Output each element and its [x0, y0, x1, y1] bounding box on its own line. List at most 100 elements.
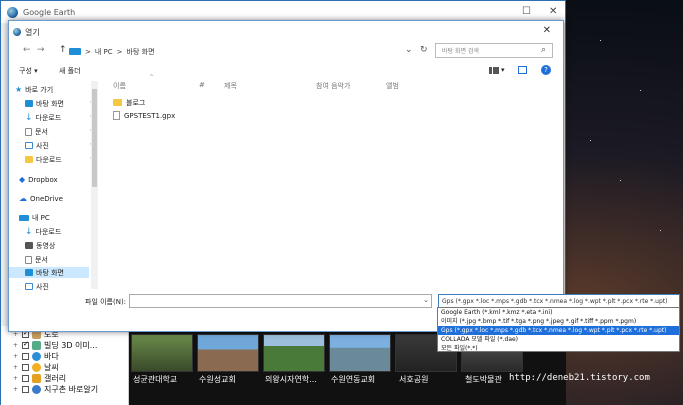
layer-label: 지구촌 바로알기	[44, 385, 99, 394]
sidebar-item-onedrive[interactable]: ☁ OneDrive	[9, 193, 99, 204]
sidebar-label: Dropbox	[28, 175, 58, 184]
list-item[interactable]: GPSTEST1.gpx	[113, 110, 175, 121]
photo-label: 철도박물관	[465, 375, 502, 384]
column-header-contributors[interactable]: 참여 음악가	[316, 81, 350, 91]
sidebar-item-pictures[interactable]: 사진 ✎	[9, 140, 99, 151]
sidebar-label: 문서	[35, 255, 48, 264]
layer-label: 빌딩 3D 이미...	[44, 341, 98, 350]
layer-item[interactable]: + 바다	[13, 351, 59, 362]
expand-icon[interactable]: +	[13, 364, 19, 371]
layer-checkbox[interactable]	[22, 329, 29, 338]
layer-checkbox[interactable]	[22, 353, 29, 360]
preview-pane-icon[interactable]	[518, 66, 527, 74]
organize-button[interactable]: 구성 ▾	[19, 66, 38, 76]
breadcrumb-separator: >	[85, 47, 91, 56]
breadcrumb-pc[interactable]: 내 PC	[95, 47, 113, 57]
filetype-select[interactable]: Gps (*.gpx *.loc *.mps *.gdb *.tcx *.nme…	[438, 294, 680, 308]
close-button[interactable]: ✕	[549, 6, 557, 17]
layer-checkbox[interactable]	[22, 364, 29, 371]
list-item[interactable]: 블로그	[113, 97, 145, 108]
photo-thumbnail[interactable]	[263, 334, 325, 372]
new-folder-button[interactable]: 새 폴더	[59, 66, 81, 76]
sidebar-label: 바탕 화면	[36, 268, 64, 277]
photo-label: 의왕시자연학...	[265, 375, 317, 384]
address-dropdown-button[interactable]: ⌄	[405, 45, 413, 55]
watermark-text: http://deneb21.tistory.com	[509, 373, 650, 383]
sidebar-item-videos[interactable]: 동영상	[9, 240, 99, 251]
sidebar-item-quick-access[interactable]: ★ 바로 가기	[9, 84, 99, 95]
layer-item[interactable]: + 빌딩 3D 이미...	[13, 340, 97, 351]
pc-icon	[19, 214, 29, 221]
filetype-option[interactable]: 모든 파일(*.*)	[438, 344, 679, 353]
sidebar-item-downloads[interactable]: ↓ 다운로드 ✎	[9, 112, 99, 123]
column-header-number[interactable]: #	[199, 81, 205, 89]
up-button[interactable]: ↑	[59, 45, 67, 55]
sidebar-label: 사진	[36, 282, 49, 291]
photo-label: 서호공원	[399, 375, 429, 384]
photo-thumbnail[interactable]	[329, 334, 391, 372]
folder-icon	[113, 99, 122, 106]
expand-icon[interactable]: +	[13, 375, 19, 382]
photo-thumbnail[interactable]	[197, 334, 259, 372]
expand-icon[interactable]: +	[13, 342, 19, 349]
layer-item[interactable]: + 날씨	[13, 362, 59, 373]
sidebar-label: 동영상	[36, 241, 56, 250]
search-icon[interactable]: ⌕	[541, 45, 558, 55]
picture-icon	[25, 142, 33, 149]
layer-checkbox[interactable]	[22, 386, 29, 393]
expand-icon[interactable]: +	[13, 331, 19, 338]
sidebar-item-dropbox[interactable]: ◆ Dropbox	[9, 174, 99, 185]
view-dropdown-button[interactable]: ▾	[501, 66, 505, 74]
filename-input[interactable]	[129, 294, 432, 308]
filetype-option[interactable]: Gps (*.gpx *.loc *.mps *.gdb *.tcx *.nme…	[438, 326, 679, 335]
folder-icon	[25, 156, 33, 163]
refresh-button[interactable]: ↻	[420, 45, 428, 55]
document-icon	[25, 255, 32, 264]
search-input[interactable]: 바탕 화면 검색	[435, 43, 553, 58]
sidebar-item-this-pc[interactable]: 내 PC	[9, 212, 99, 223]
layer-item[interactable]: + 지구촌 바로알기	[13, 384, 98, 395]
document-icon	[25, 127, 32, 136]
layer-item[interactable]: + 갤러리	[13, 373, 66, 384]
globe-icon	[32, 385, 41, 394]
column-header-name[interactable]: 이름	[113, 81, 126, 91]
video-icon	[25, 242, 33, 249]
expand-icon[interactable]: +	[13, 386, 19, 393]
ocean-icon	[32, 352, 41, 361]
photo-thumbnail[interactable]	[131, 334, 193, 372]
view-options-icon[interactable]	[489, 67, 499, 74]
layer-checkbox[interactable]	[22, 340, 29, 349]
breadcrumb-folder[interactable]: 바탕 화면	[127, 47, 155, 57]
filetype-option[interactable]: Google Earth (*.kml *.kmz *.eta *.ini)	[438, 308, 679, 317]
sidebar-item-desktop[interactable]: 바탕 화면 ✎	[9, 98, 99, 109]
breadcrumb[interactable]: > 내 PC > 바탕 화면	[69, 44, 419, 59]
sidebar-label: 내 PC	[32, 213, 50, 222]
app-title: Google Earth	[23, 7, 76, 17]
help-icon[interactable]: ?	[541, 65, 551, 75]
weather-icon	[32, 363, 41, 372]
maximize-button[interactable]: ☐	[522, 6, 531, 17]
scrollbar-thumb[interactable]	[92, 89, 97, 187]
expand-icon[interactable]: +	[13, 353, 19, 360]
sidebar-item-documents[interactable]: 문서 ✎	[9, 126, 99, 137]
chevron-down-icon[interactable]: ⌄	[423, 296, 429, 304]
dialog-close-button[interactable]: ✕	[543, 25, 551, 36]
breadcrumb-separator: >	[116, 47, 123, 56]
sidebar-scrollbar[interactable]	[91, 81, 98, 289]
forward-button[interactable]: →	[37, 45, 45, 55]
onedrive-icon: ☁	[19, 194, 27, 203]
sidebar-item-pc-downloads[interactable]: ↓ 다운로드	[9, 226, 99, 237]
layer-checkbox[interactable]	[22, 375, 29, 382]
column-header-album[interactable]: 앨범	[386, 81, 399, 91]
sidebar-item-downloads-folder[interactable]: 다운로드 ✎	[9, 154, 99, 165]
photo-label: 수원성교회	[199, 375, 236, 384]
filetype-option[interactable]: COLLADA 모델 파일 (*.dae)	[438, 335, 679, 344]
column-header-title[interactable]: 제목	[224, 81, 237, 91]
sidebar-item-pc-documents[interactable]: 문서	[9, 254, 99, 265]
filetype-option[interactable]: 이미지 (*.jpg *.bmp *.tif *.tga *.png *.jpe…	[438, 317, 679, 326]
sidebar-item-pc-desktop[interactable]: 바탕 화면	[9, 267, 89, 278]
open-file-dialog: 열기 ✕ ← → ↑ > 내 PC > 바탕 화면 ⌄ ↻ 바탕 화면 검색 ⌕…	[8, 20, 680, 332]
sidebar-label: 다운로드	[35, 227, 62, 236]
back-button[interactable]: ←	[23, 45, 31, 55]
sidebar-item-pc-pictures[interactable]: 사진	[9, 281, 99, 291]
